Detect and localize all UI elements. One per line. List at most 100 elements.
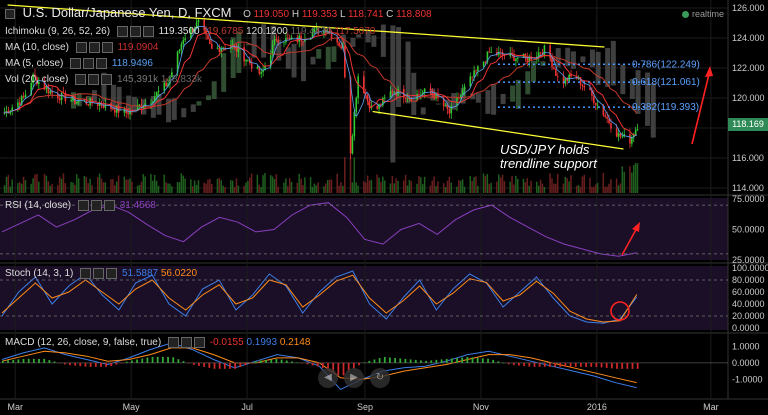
macd-hist-bar [161,356,164,363]
candle-body [621,136,624,138]
volume-bar [3,185,6,193]
eye-icon[interactable] [80,268,92,279]
cloud-segment [380,24,386,57]
scroll-left-icon[interactable]: ◀ [318,368,338,388]
macd-buttons[interactable] [167,337,207,349]
volume-bar [446,180,449,193]
stoch-buttons[interactable] [80,268,119,280]
eye-icon[interactable] [70,58,82,69]
candle-body [144,103,147,107]
volume-bar [596,182,599,193]
ma5-legend: MA (5, close) 118.9496 [5,58,153,70]
volume-bar [619,183,622,193]
stoch-legend: Stoch (14, 3, 1) 51.5887 56.0220 [5,268,197,280]
x-tick-label: 2016 [587,402,607,412]
scroll-right-icon[interactable]: ▶ [344,368,364,388]
volume-bar [260,186,262,193]
settings-icon[interactable] [180,337,192,348]
close-icon[interactable] [106,268,118,279]
volume-bar [517,178,519,193]
close-icon[interactable] [103,200,115,211]
rsi-buttons[interactable] [77,200,117,212]
eye-icon[interactable] [75,74,87,85]
volume-bar [410,181,413,193]
volume-bar [138,185,141,193]
ichimoku-value: 117.5070 [334,26,376,38]
volume-bar [353,157,356,193]
volume-bar [136,185,139,193]
volume-bar [152,180,154,193]
fib-label: 0.786(122.249) [632,59,700,70]
settings-icon[interactable] [88,74,100,85]
reset-icon[interactable]: ↻ [370,368,390,388]
cloud-segment [570,51,576,69]
macd-hist-bar [38,358,40,363]
volume-bar [351,182,354,193]
macd-hist-bar [358,362,360,366]
volume-bar [583,174,586,193]
volume-bar [490,182,492,193]
macd-hist-bar [450,358,453,363]
candle-body [60,92,63,101]
volume-bar [623,171,625,193]
cloud-segment [610,40,616,86]
candle-body [513,54,515,61]
volume-bar [336,173,338,193]
macd-hist-bar [590,362,593,367]
volume-bar [543,186,546,193]
volume-bar [30,183,32,193]
vol-buttons[interactable] [75,74,114,86]
ma10-buttons[interactable] [75,42,115,54]
rsi-label: RSI (14, close) [5,200,72,212]
price-tick-label: 122.000 [732,63,765,73]
collapse-icon[interactable] [5,8,15,19]
settings-icon[interactable] [88,42,100,53]
candle-body [245,59,247,62]
settings-icon[interactable] [90,200,102,211]
macd-hist-bar [198,362,200,366]
volume-bar [222,185,224,193]
stoch-tick-label: 0.0000 [732,323,760,333]
eye-icon[interactable] [77,200,89,211]
close-icon[interactable] [142,26,154,37]
settings-icon[interactable] [129,26,141,37]
volume-bar [364,182,367,193]
candle-body [218,47,221,52]
close-icon[interactable] [193,337,205,348]
eye-icon[interactable] [167,337,179,348]
ma5-buttons[interactable] [70,58,109,70]
volume-bar [503,181,506,193]
x-tick-label: Jul [241,402,253,412]
volume-bar [125,179,127,193]
close-icon[interactable] [96,58,108,69]
candle-body [283,42,285,44]
ohlc-key: H [291,9,302,20]
volume-bar [76,174,78,193]
close-icon[interactable] [101,42,113,53]
candle-body [184,38,186,41]
rsi-value: 31.4568 [119,200,156,212]
settings-icon[interactable] [83,58,95,69]
macd-hist-bar [48,360,51,363]
volume-bar [556,173,559,193]
volume-bar [420,177,422,193]
cloud-segment [205,95,211,101]
ichimoku-buttons[interactable] [116,26,156,38]
cloud-segment [76,93,82,107]
volume-bar [43,173,46,193]
eye-icon[interactable] [116,26,128,37]
settings-icon[interactable] [93,268,105,279]
volume-bar [594,184,597,193]
volume-bar [277,186,280,193]
candle-body [22,96,25,98]
vol-value-1: 145,391k [116,74,159,86]
volume-bar [283,182,285,193]
macd-hist-bar [53,361,56,363]
eye-icon[interactable] [75,42,87,53]
macd-hist-bar [378,358,381,363]
cloud-segment [510,85,516,102]
macd-hist-bar [151,356,154,363]
close-icon[interactable] [101,74,113,85]
candle-body [273,39,276,45]
annotation-text: USD/JPY holds trendline support [500,142,597,171]
